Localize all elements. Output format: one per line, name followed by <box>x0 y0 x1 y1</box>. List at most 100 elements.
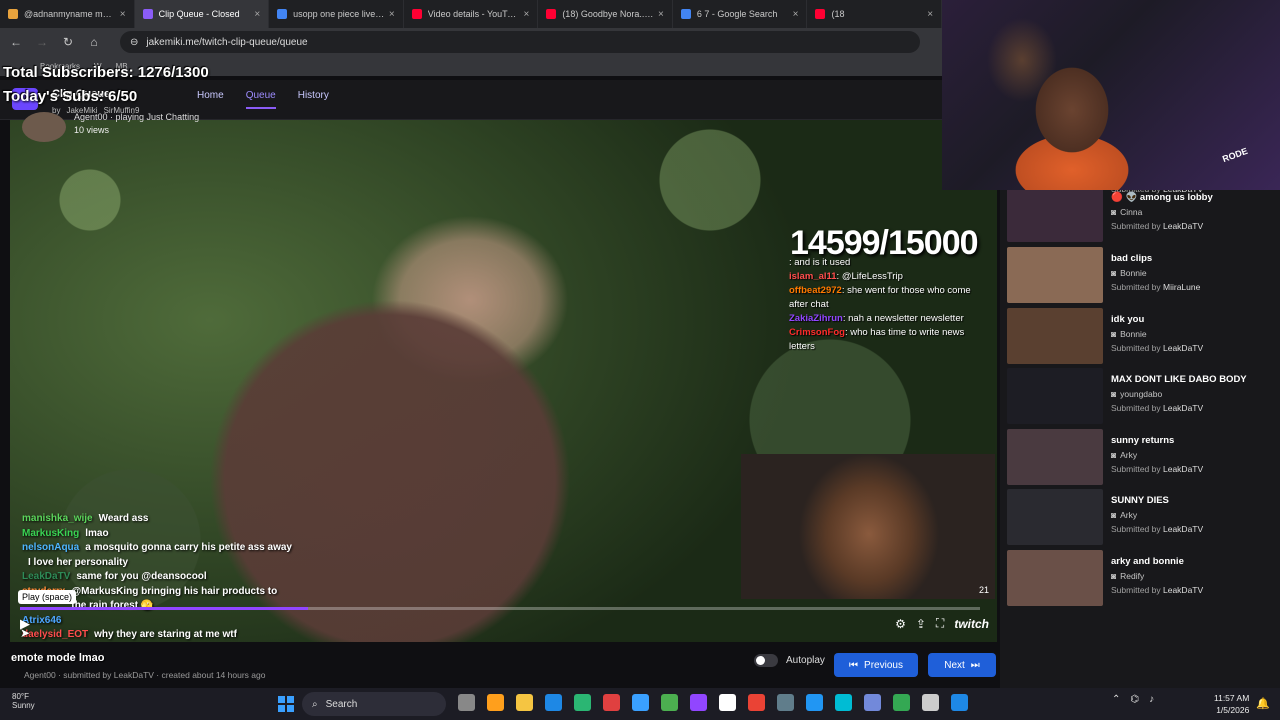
taskbar-app-icon[interactable] <box>893 694 910 711</box>
browser-tab[interactable]: Clip Queue - Closed × <box>134 0 270 28</box>
queue-channel: Arky <box>1120 510 1138 520</box>
chat-text: I love her personality <box>28 556 129 568</box>
nav-history[interactable]: History <box>298 90 329 109</box>
weather-widget[interactable]: 80°F Sunny <box>12 692 35 710</box>
chat-username: islam_al11 <box>789 271 837 282</box>
nav-queue[interactable]: Queue <box>245 90 276 109</box>
queue-thumbnail[interactable] <box>1007 186 1103 242</box>
site-info-icon[interactable]: ⊖ <box>130 37 138 48</box>
taskbar-app-icon[interactable] <box>835 694 852 711</box>
queue-channel: Arky <box>1120 450 1138 460</box>
queue-submitter: LeakDaTV <box>1163 343 1204 353</box>
autoplay-label: Autoplay <box>786 655 825 666</box>
taskbar-app-icon[interactable] <box>487 694 504 711</box>
home-icon[interactable]: ⌂ <box>86 34 102 50</box>
twitch-icon: ◙ <box>1111 329 1117 339</box>
taskbar-app-icon[interactable] <box>458 694 475 711</box>
browser-tab[interactable]: @adnanmyname mentio × <box>0 0 135 28</box>
taskbar-app-icon[interactable] <box>748 694 765 711</box>
taskbar-app-icon[interactable] <box>516 694 533 711</box>
close-icon[interactable]: × <box>658 9 664 20</box>
network-icon[interactable]: ⌬ <box>1130 694 1139 705</box>
taskbar-app-icon[interactable] <box>661 694 678 711</box>
queue-channel: youngdabo <box>1120 389 1163 399</box>
nav-home[interactable]: Home <box>197 90 224 109</box>
queue-thumbnail[interactable] <box>1007 489 1103 545</box>
taskbar-app-icon[interactable] <box>777 694 794 711</box>
start-icon[interactable] <box>278 696 294 712</box>
queue-thumbnail[interactable] <box>1007 247 1103 303</box>
notification-icon[interactable]: 🔔 <box>1256 697 1270 710</box>
taskbar-app-icon[interactable] <box>922 694 939 711</box>
browser-tab[interactable]: (18 × <box>807 0 943 28</box>
chat-message: I love her personality <box>22 556 292 571</box>
tab-favicon-icon <box>680 9 691 19</box>
clip-video-player[interactable]: 14599/15000 : and is it used islam_al11: … <box>10 120 997 642</box>
share-icon[interactable]: ⇪ <box>916 617 926 631</box>
queue-item[interactable]: arky and bonnie ◙ Redify Submitted by LeakD… <box>1007 550 1277 606</box>
browser-tab[interactable]: 6 7 - Google Search × <box>673 0 808 28</box>
autoplay-toggle[interactable]: Autoplay <box>754 654 825 667</box>
previous-button[interactable]: ⏮ Previous <box>834 653 918 677</box>
tab-favicon-icon <box>142 9 153 19</box>
close-icon[interactable]: × <box>120 9 126 20</box>
queue-thumbnail[interactable] <box>1007 308 1103 364</box>
close-icon[interactable]: × <box>523 9 529 20</box>
browser-tab[interactable]: Video details - YouTube Stud× <box>404 0 539 28</box>
twitch-icon: ◙ <box>1111 207 1117 217</box>
tab-label: @adnanmyname mentio <box>24 9 116 19</box>
queue-item[interactable]: 🔴 👽 among us lobby ◙ Cinna Submitted by Lea… <box>1007 186 1277 242</box>
streamer-webcam: RODE <box>942 0 1280 190</box>
search-icon: ⌕ <box>312 698 318 710</box>
video-progress-bar[interactable] <box>20 607 980 610</box>
queue-item[interactable]: MAX DONT LIKE DABO BODY ◙ youngdabo Submitt… <box>1007 368 1277 424</box>
queue-thumbnail[interactable] <box>1007 368 1103 424</box>
channel-avatar[interactable] <box>22 112 66 142</box>
next-button[interactable]: Next ⏭ <box>928 653 996 677</box>
chat-message: manishka_wije Weard ass <box>22 512 292 527</box>
taskbar-app-icon[interactable] <box>632 694 649 711</box>
tab-favicon-icon <box>815 9 826 19</box>
clip-views: 10 views <box>74 125 110 135</box>
close-icon[interactable]: × <box>927 9 933 20</box>
taskbar-app-icon[interactable] <box>545 694 562 711</box>
tab-label: usopp one piece live action <box>293 9 385 19</box>
twitch-logo[interactable]: twitch <box>954 617 989 631</box>
forward-icon[interactable]: → <box>34 34 50 50</box>
clip-meta: Agent00 · playing Just Chatting 10 views <box>22 112 199 142</box>
queue-item[interactable]: SUNNY DIES ◙ Arky Submitted by LeakDaTV <box>1007 489 1277 545</box>
url-field[interactable]: ⊖ jakemiki.me/twitch-clip-queue/queue <box>120 31 920 53</box>
volume-icon[interactable]: ♪ <box>1149 694 1154 705</box>
queue-thumbnail[interactable] <box>1007 429 1103 485</box>
taskbar-app-icon[interactable] <box>603 694 620 711</box>
taskbar-app-icon[interactable] <box>951 694 968 711</box>
close-icon[interactable]: × <box>254 9 260 20</box>
taskbar-app-icon[interactable] <box>806 694 823 711</box>
total-subscribers: Total Subscribers: 1276/1300 <box>3 64 209 81</box>
close-icon[interactable]: × <box>793 9 799 20</box>
close-icon[interactable]: × <box>389 9 395 20</box>
queue-item[interactable]: sunny returns ◙ Arky Submitted by LeakDaTV <box>1007 429 1277 485</box>
queue-thumbnail[interactable] <box>1007 550 1103 606</box>
queue-item[interactable]: idk you ◙ Bonnie Submitted by LeakDaTV <box>1007 308 1277 364</box>
taskbar-app-icon[interactable] <box>719 694 736 711</box>
tab-label: 6 7 - Google Search <box>696 9 778 19</box>
chat-message: daelysid_EOT why they are staring at me w… <box>22 628 292 642</box>
settings-icon[interactable]: ⚙ <box>895 617 906 631</box>
reload-icon[interactable]: ↻ <box>60 34 76 50</box>
queue-item[interactable]: bad clips ◙ Bonnie Submitted by MiiraLune <box>1007 247 1277 303</box>
queue-channel: Bonnie <box>1120 268 1147 278</box>
clip-channel[interactable]: Agent00 <box>74 112 108 122</box>
taskbar-app-icon[interactable] <box>690 694 707 711</box>
taskbar-search[interactable]: ⌕ Search <box>302 692 446 716</box>
chevron-up-icon[interactable]: ⌃ <box>1112 694 1120 705</box>
taskbar-app-icon[interactable] <box>864 694 881 711</box>
back-icon[interactable]: ← <box>8 34 24 50</box>
fullscreen-icon[interactable]: ⛶ <box>936 616 944 631</box>
browser-tab[interactable]: (18) Goodbye Nora... #deans× <box>538 0 673 28</box>
browser-tab[interactable]: usopp one piece live action × <box>269 0 404 28</box>
autoplay-switch[interactable] <box>754 654 778 667</box>
taskbar-clock[interactable]: 11:57 AM 1/5/2026 <box>1214 692 1249 716</box>
submitted-label: Submitted by <box>1111 343 1161 353</box>
taskbar-app-icon[interactable] <box>574 694 591 711</box>
